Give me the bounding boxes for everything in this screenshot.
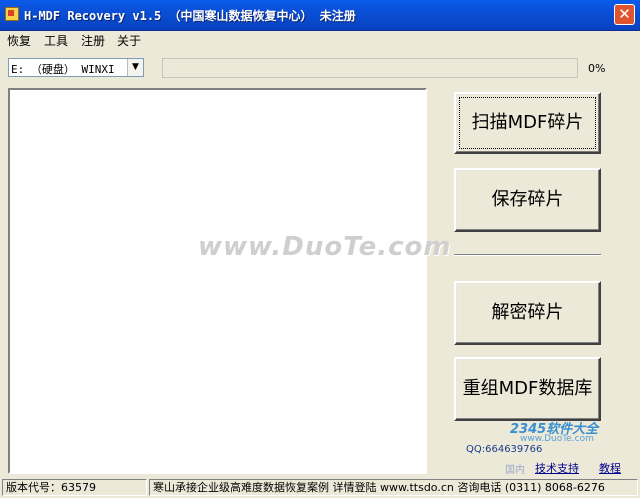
menu-tools[interactable]: 工具 xyxy=(44,32,68,49)
close-button[interactable]: ✕ xyxy=(614,4,635,25)
scan-mdf-fragments-button[interactable]: 扫描MDF碎片 xyxy=(454,92,601,154)
save-fragments-button[interactable]: 保存碎片 xyxy=(454,168,601,232)
decrypt-fragments-button[interactable]: 解密碎片 xyxy=(454,281,601,345)
drive-select[interactable]: E: （硬盘） WINXI ▼ xyxy=(8,58,144,77)
menu-about[interactable]: 关于 xyxy=(117,32,141,49)
app-icon[interactable] xyxy=(5,7,19,21)
drive-value: E: （硬盘） WINXI xyxy=(11,63,115,76)
menu-bar: 恢复 工具 注册 关于 xyxy=(0,30,640,49)
tutorial-link[interactable]: 教程 xyxy=(599,460,621,476)
faint-watermark-text: 国内 xyxy=(505,465,525,476)
title-bar: H-MDF Recovery v1.5 （中国寒山数据恢复中心） 未注册 ✕ xyxy=(0,0,640,31)
duote-watermark: www.DuoTe.com xyxy=(198,232,452,262)
support-link[interactable]: 技术支持 xyxy=(535,460,579,476)
window-title: H-MDF Recovery v1.5 （中国寒山数据恢复中心） 未注册 xyxy=(24,9,356,23)
rebuild-mdf-database-button[interactable]: 重组MDF数据库 xyxy=(454,357,601,421)
fragment-list[interactable] xyxy=(8,88,427,474)
message-pane: 寒山承接企业级高难度数据恢复案例 详情登陆 www.ttsdo.cn 咨询电话 … xyxy=(149,479,638,496)
qq-contact: QQ:664639766 xyxy=(466,444,543,455)
menu-recover[interactable]: 恢复 xyxy=(7,32,31,49)
status-bar: 版本代号：63579 寒山承接企业级高难度数据恢复案例 详情登陆 www.tts… xyxy=(0,478,640,498)
brand-logo-url: www.DuoTe.com xyxy=(520,434,594,444)
chevron-down-icon[interactable]: ▼ xyxy=(127,59,143,76)
progress-bar xyxy=(162,58,578,78)
menu-register[interactable]: 注册 xyxy=(81,32,105,49)
progress-percent: 0% xyxy=(588,62,606,75)
version-pane: 版本代号：63579 xyxy=(2,479,147,496)
separator xyxy=(454,254,601,256)
